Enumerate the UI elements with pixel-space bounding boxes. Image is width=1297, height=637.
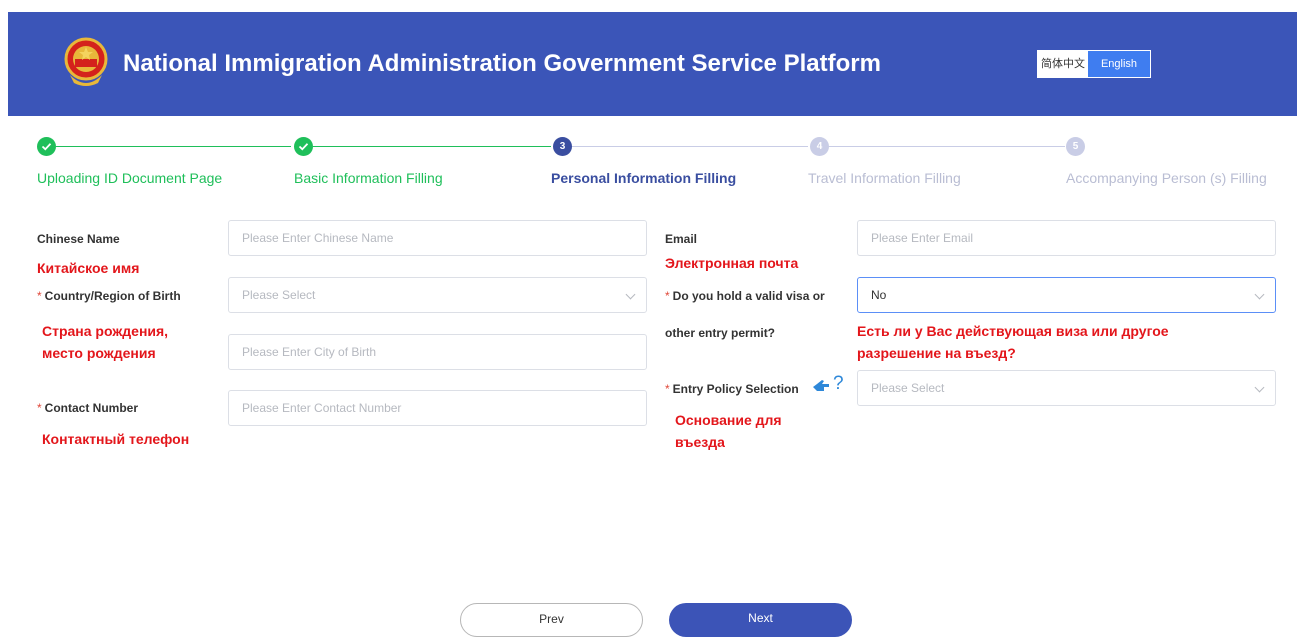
- visa-question-label-line2: other entry permit?: [665, 326, 776, 340]
- step-5-label: Accompanying Person (s) Filling: [1066, 170, 1267, 186]
- language-switch: 简体中文 English: [1037, 50, 1151, 78]
- visa-question-label: * Do you hold a valid visa or: [665, 289, 825, 303]
- chinese-name-label: Chinese Name: [37, 232, 120, 246]
- valid-visa-select[interactable]: No: [857, 277, 1276, 313]
- chevron-down-icon: [1254, 382, 1265, 393]
- visa-question-annotation: Есть ли у Вас действующая виза или друго…: [857, 323, 1169, 361]
- step-2-label: Basic Information Filling: [294, 170, 443, 186]
- next-button[interactable]: Next: [669, 603, 852, 637]
- contact-number-annotation: Контактный телефон: [42, 431, 190, 447]
- chinese-name-annotation: Китайское имя: [37, 260, 140, 276]
- chinese-name-input[interactable]: Please Enter Chinese Name: [228, 220, 647, 256]
- entry-policy-label: * Entry Policy Selection: [665, 382, 799, 396]
- step-5-number: 5: [1066, 137, 1085, 156]
- lang-english-button[interactable]: English: [1088, 51, 1150, 77]
- country-of-birth-label: * Country/Region of Birth: [37, 289, 181, 303]
- help-icon[interactable]: ?: [833, 373, 844, 395]
- email-input[interactable]: Please Enter Email: [857, 220, 1276, 256]
- email-annotation: Электронная почта: [665, 255, 799, 271]
- entry-policy-annotation: Основание для въезда: [675, 412, 782, 450]
- national-emblem-icon: [64, 37, 108, 86]
- contact-number-input[interactable]: Please Enter Contact Number: [228, 390, 647, 426]
- pointing-hand-icon: [813, 380, 829, 391]
- step-4-number: 4: [810, 137, 829, 156]
- city-of-birth-input[interactable]: Please Enter City of Birth: [228, 334, 647, 370]
- step-4-label: Travel Information Filling: [808, 170, 961, 186]
- chevron-down-icon: [625, 289, 636, 300]
- site-title: National Immigration Administration Gove…: [123, 50, 881, 77]
- step-connector: [56, 146, 291, 147]
- contact-number-label: * Contact Number: [37, 401, 139, 415]
- prev-button[interactable]: Prev: [460, 603, 643, 637]
- country-of-birth-select[interactable]: Please Select: [228, 277, 647, 313]
- chevron-down-icon: [1254, 289, 1265, 300]
- step-connector: [572, 146, 808, 147]
- step-1-check-icon: [37, 137, 56, 156]
- step-3-label: Personal Information Filling: [551, 170, 737, 186]
- email-label: Email: [665, 232, 698, 246]
- step-2-check-icon: [294, 137, 313, 156]
- step-connector: [313, 146, 551, 147]
- step-1-label: Uploading ID Document Page: [37, 170, 223, 186]
- lang-chinese-button[interactable]: 简体中文: [1038, 51, 1088, 77]
- country-of-birth-annotation: Страна рождения, место рождения: [42, 323, 169, 361]
- step-3-number: 3: [553, 137, 572, 156]
- step-connector: [829, 146, 1065, 147]
- entry-policy-select[interactable]: Please Select: [857, 370, 1276, 406]
